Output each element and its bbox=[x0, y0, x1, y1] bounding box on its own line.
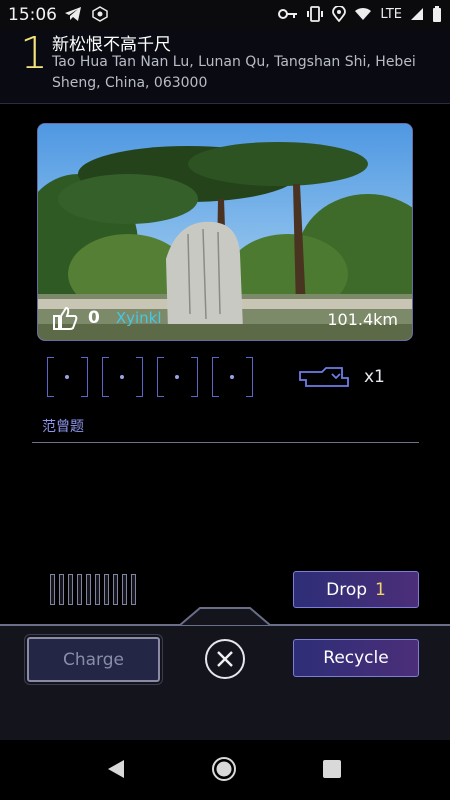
close-button[interactable] bbox=[205, 639, 245, 679]
thumbs-up-icon[interactable] bbox=[52, 306, 78, 330]
telegram-icon bbox=[65, 7, 81, 21]
wifi-icon bbox=[355, 7, 372, 20]
tray-tab bbox=[180, 607, 270, 626]
drop-button[interactable]: Drop 1 bbox=[293, 571, 419, 608]
mod-slot-1[interactable] bbox=[47, 357, 88, 397]
resonator-bar bbox=[50, 574, 55, 605]
recent-apps-icon[interactable] bbox=[323, 760, 341, 778]
portal-photo[interactable]: 0 Xyinkl 101.4km bbox=[37, 123, 413, 341]
resonator-bar bbox=[95, 574, 100, 605]
resonator-bar bbox=[131, 574, 136, 605]
shield-app-icon bbox=[92, 6, 108, 22]
portal-header: 1 新松恨不高千尺 Tao Hua Tan Nan Lu, Lunan Qu, … bbox=[0, 28, 450, 104]
photo-owner[interactable]: Xyinkl bbox=[116, 309, 162, 327]
portal-address: Tao Hua Tan Nan Lu, Lunan Qu, Tangshan S… bbox=[52, 54, 416, 91]
resonator-bar bbox=[113, 574, 118, 605]
signal-icon bbox=[411, 8, 423, 20]
battery-icon bbox=[433, 6, 441, 22]
drop-count: 1 bbox=[375, 579, 386, 600]
portal-distance: 101.4km bbox=[327, 310, 398, 329]
location-icon bbox=[332, 6, 347, 22]
vpn-key-icon bbox=[278, 9, 298, 19]
resonator-bar bbox=[104, 574, 109, 605]
back-icon[interactable] bbox=[106, 759, 126, 779]
vibrate-icon bbox=[307, 6, 324, 22]
mod-slot-4[interactable] bbox=[212, 357, 253, 397]
navigation-bar bbox=[0, 740, 450, 800]
portal-key-icon bbox=[299, 367, 349, 387]
status-time: 15:06 bbox=[8, 5, 57, 25]
mod-slot-3[interactable] bbox=[157, 357, 198, 397]
divider bbox=[32, 442, 419, 443]
resonator-bar bbox=[59, 574, 64, 605]
recycle-button[interactable]: Recycle bbox=[293, 639, 419, 677]
network-type: LTE bbox=[380, 6, 402, 22]
home-icon[interactable] bbox=[211, 756, 237, 782]
mod-slots bbox=[47, 357, 253, 397]
photo-like-group[interactable]: 0 Xyinkl bbox=[52, 306, 162, 330]
photo-like-count: 0 bbox=[88, 308, 100, 328]
portal-level: 1 bbox=[20, 28, 48, 79]
status-bar: 15:06 LTE bbox=[0, 0, 450, 30]
portal-key-count: x1 bbox=[364, 367, 385, 387]
portal-key[interactable]: x1 bbox=[298, 366, 385, 388]
drop-label: Drop bbox=[326, 579, 368, 600]
mod-slot-2[interactable] bbox=[102, 357, 143, 397]
charge-button[interactable]: Charge bbox=[24, 634, 163, 685]
resonator-bar bbox=[77, 574, 82, 605]
close-icon bbox=[217, 651, 233, 667]
portal-owner[interactable]: 范曾题 bbox=[42, 416, 84, 436]
resonator-bars bbox=[50, 574, 136, 605]
resonator-bar bbox=[122, 574, 127, 605]
recycle-label: Recycle bbox=[323, 648, 389, 668]
charge-label: Charge bbox=[62, 649, 124, 670]
resonator-bar bbox=[86, 574, 91, 605]
resonator-bar bbox=[68, 574, 73, 605]
